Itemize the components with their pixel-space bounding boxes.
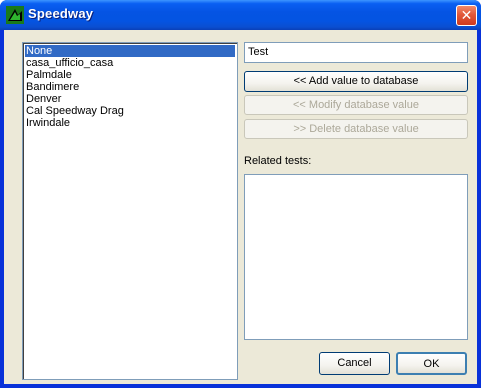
speedway-list[interactable]: None casa_ufficio_casa Palmdale Bandimer… (22, 42, 238, 380)
modify-value-button[interactable]: << Modify database value (244, 95, 468, 115)
list-item[interactable]: Denver (25, 93, 61, 105)
title-bar[interactable]: Speedway ✕ (0, 0, 481, 30)
related-tests-list[interactable] (244, 174, 468, 340)
close-button[interactable]: ✕ (456, 5, 477, 26)
cancel-button[interactable]: Cancel (319, 352, 390, 375)
ok-button[interactable]: OK (396, 352, 467, 375)
list-item[interactable]: casa_ufficio_casa (25, 57, 113, 69)
list-item[interactable]: None (25, 45, 235, 57)
add-value-button[interactable]: << Add value to database (244, 71, 468, 92)
speedway-dialog: Speedway ✕ None casa_ufficio_casa Palmda… (0, 0, 481, 388)
delete-value-button[interactable]: >> Delete database value (244, 119, 468, 139)
related-tests-label: Related tests: (244, 155, 312, 167)
list-item[interactable]: Irwindale (25, 117, 70, 129)
list-item[interactable]: Cal Speedway Drag (25, 105, 124, 117)
dialog-client-area: None casa_ufficio_casa Palmdale Bandimer… (4, 30, 477, 384)
speedway-app-icon (6, 6, 24, 24)
list-item[interactable]: Palmdale (25, 69, 72, 81)
list-item[interactable]: Bandimere (25, 81, 79, 93)
close-icon: ✕ (460, 7, 473, 23)
window-title: Speedway (28, 6, 94, 21)
value-input[interactable]: Test (244, 42, 468, 63)
